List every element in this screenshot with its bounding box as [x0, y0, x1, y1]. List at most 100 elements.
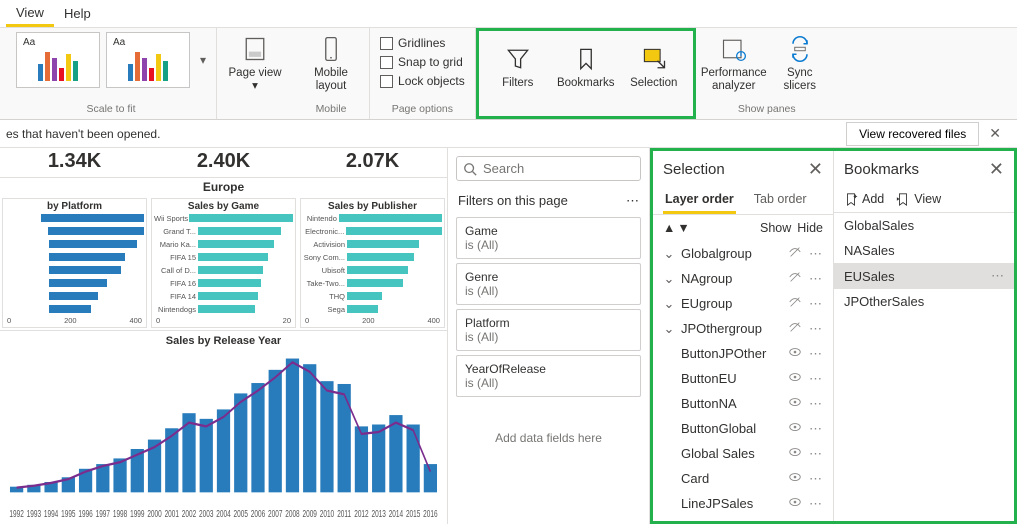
chevron-down-icon[interactable]: ⌄	[663, 321, 675, 337]
svg-text:2016: 2016	[423, 507, 438, 519]
move-up-icon[interactable]: ▲	[663, 221, 675, 235]
selection-item[interactable]: Global Sales⋯	[653, 441, 833, 466]
more-icon[interactable]: ⋯	[809, 246, 823, 262]
bookmark-add-button[interactable]: Add	[844, 192, 884, 206]
perf-analyzer-button[interactable]: Performance analyzer	[706, 32, 762, 96]
gridlines-checkbox[interactable]: Gridlines	[380, 36, 445, 50]
filter-card[interactable]: Gameis (All)	[456, 217, 641, 259]
mobile-layout-button[interactable]: Mobile layout	[303, 32, 359, 96]
more-icon[interactable]: ⋯	[809, 471, 823, 487]
linechart-title: Sales by Release Year	[0, 331, 447, 351]
svg-text:2004: 2004	[216, 507, 231, 519]
more-icon[interactable]: ⋯	[809, 421, 823, 437]
sync-slicers-button[interactable]: Sync slicers	[772, 32, 828, 96]
selection-item[interactable]: ButtonEU⋯	[653, 366, 833, 391]
mini-chart-1[interactable]: Sales by GameWii SportsGrand T...Mario K…	[151, 198, 296, 328]
bookmark-item[interactable]: JPOtherSales	[834, 289, 1014, 314]
view-recovered-files-button[interactable]: View recovered files	[846, 122, 979, 146]
menu-help[interactable]: Help	[54, 2, 101, 25]
more-icon[interactable]: ⋯	[991, 268, 1004, 284]
add-fields-hint[interactable]: Add data fields here	[448, 401, 649, 475]
selection-icon	[640, 45, 668, 73]
more-icon[interactable]: ⋯	[809, 446, 823, 462]
page-view-button[interactable]: Page view ▾	[227, 32, 283, 96]
svg-text:1999: 1999	[130, 507, 145, 519]
ribbon-group-show-panes-highlight: Filters Bookmarks Selection	[476, 28, 696, 119]
chevron-down-icon[interactable]: ⌄	[663, 296, 675, 312]
filters-pane: Search Filters on this page ⋯ Gameis (Al…	[448, 148, 650, 524]
more-icon[interactable]: ⋯	[809, 296, 823, 312]
bookmarks-pane: Bookmarks ✕ Add View GlobalSalesNASalesE…	[833, 151, 1014, 521]
selection-item[interactable]: ⌄JPOthergroup⋯	[653, 316, 833, 341]
bookmark-item[interactable]: GlobalSales	[834, 213, 1014, 238]
more-icon[interactable]: ⋯	[626, 193, 639, 209]
more-icon[interactable]: ⋯	[809, 346, 823, 362]
svg-text:1995: 1995	[61, 507, 76, 519]
bookmark-item[interactable]: NASales	[834, 238, 1014, 263]
more-icon[interactable]: ⋯	[809, 321, 823, 337]
bookmark-item[interactable]: EUSales⋯	[834, 263, 1014, 289]
svg-text:1996: 1996	[78, 507, 93, 519]
hidden-icon[interactable]	[787, 320, 803, 337]
visible-icon[interactable]	[787, 470, 803, 487]
visible-icon[interactable]	[787, 370, 803, 387]
svg-text:1998: 1998	[113, 507, 128, 519]
page-thumb-1[interactable]: Aa	[16, 32, 100, 88]
selection-item[interactable]: ButtonNA⋯	[653, 391, 833, 416]
search-input[interactable]: Search	[456, 156, 641, 181]
selection-item[interactable]: ButtonJPOther⋯	[653, 341, 833, 366]
mini-chart-0[interactable]: by Platform0200400	[2, 198, 147, 328]
filters-pane-button[interactable]: Filters	[489, 35, 547, 99]
tab-tab-order[interactable]: Tab order	[752, 186, 809, 214]
filter-card[interactable]: Platformis (All)	[456, 309, 641, 351]
visible-icon[interactable]	[787, 495, 803, 512]
mini-chart-title: Sales by Game	[154, 201, 293, 212]
visible-icon[interactable]	[787, 420, 803, 437]
selection-item[interactable]: ButtonGlobal⋯	[653, 416, 833, 441]
bookmark-view-button[interactable]: View	[896, 192, 941, 206]
svg-text:2007: 2007	[268, 507, 283, 519]
svg-text:1994: 1994	[44, 507, 59, 519]
bookmark-icon	[572, 45, 600, 73]
page-thumb-2[interactable]: Aa	[106, 32, 190, 88]
more-icon[interactable]: ⋯	[809, 371, 823, 387]
more-icon[interactable]: ⋯	[809, 271, 823, 287]
svg-text:2005: 2005	[234, 507, 249, 519]
region-label: Europe	[0, 178, 447, 196]
bookmarks-pane-button[interactable]: Bookmarks	[557, 35, 615, 99]
svg-text:2000: 2000	[147, 507, 162, 519]
chevron-down-icon[interactable]: ⌄	[663, 246, 675, 262]
svg-text:2009: 2009	[303, 507, 318, 519]
tab-layer-order[interactable]: Layer order	[663, 186, 736, 214]
more-icon[interactable]: ⋯	[809, 396, 823, 412]
hidden-icon[interactable]	[787, 270, 803, 287]
hidden-icon[interactable]	[787, 295, 803, 312]
chevron-down-icon[interactable]: ⌄	[663, 271, 675, 287]
close-bookmarks-pane[interactable]: ✕	[989, 159, 1004, 180]
selection-pane-button[interactable]: Selection	[625, 35, 683, 99]
hide-all-button[interactable]: Hide	[797, 221, 823, 235]
close-infobar-button[interactable]: ✕	[979, 125, 1011, 142]
selection-item[interactable]: ⌄NAgroup⋯	[653, 266, 833, 291]
visible-icon[interactable]	[787, 445, 803, 462]
selection-item[interactable]: LineJPSales⋯	[653, 491, 833, 516]
chevron-down-icon[interactable]: ▾	[200, 53, 206, 67]
menu-view[interactable]: View	[6, 1, 54, 27]
snap-checkbox[interactable]: Snap to grid	[380, 55, 463, 69]
filter-card[interactable]: YearOfReleaseis (All)	[456, 355, 641, 397]
selection-item[interactable]: ⌄EUgroup⋯	[653, 291, 833, 316]
selection-item[interactable]: ⌄Globalgroup⋯	[653, 241, 833, 266]
kpi-3: 2.07K	[346, 150, 399, 173]
ribbon: Aa Aa ▾ Scale to fit Page view ▾	[0, 28, 1017, 120]
selection-item[interactable]: Card⋯	[653, 466, 833, 491]
mini-chart-2[interactable]: Sales by PublisherNintendoElectronic...A…	[300, 198, 445, 328]
close-selection-pane[interactable]: ✕	[808, 159, 823, 180]
visible-icon[interactable]	[787, 395, 803, 412]
hidden-icon[interactable]	[787, 245, 803, 262]
more-icon[interactable]: ⋯	[809, 496, 823, 512]
lock-checkbox[interactable]: Lock objects	[380, 74, 465, 88]
visible-icon[interactable]	[787, 345, 803, 362]
move-down-icon[interactable]: ▼	[677, 221, 689, 235]
filter-card[interactable]: Genreis (All)	[456, 263, 641, 305]
show-all-button[interactable]: Show	[760, 221, 791, 235]
